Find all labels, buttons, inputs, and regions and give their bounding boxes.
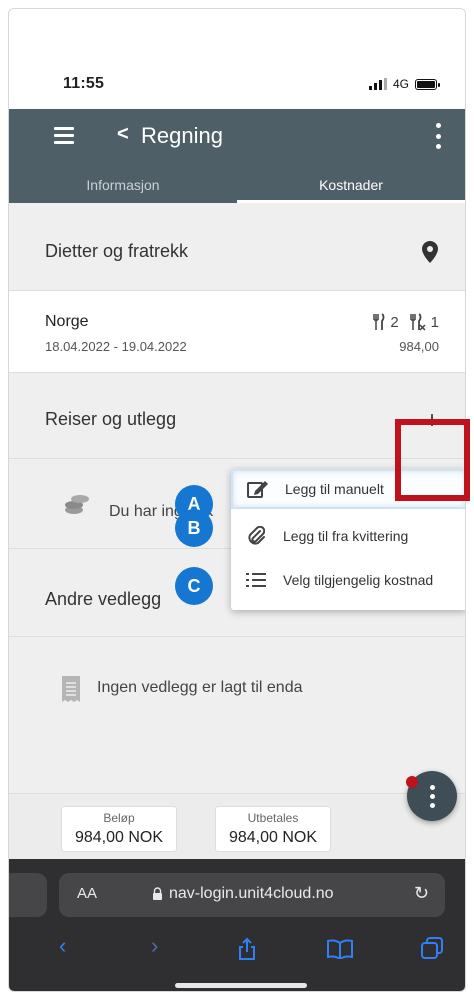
back-icon[interactable]: ‹: [59, 933, 66, 959]
address-bar[interactable]: AA nav-login.unit4cloud.no ↻: [59, 873, 445, 917]
highlight-annotation-box: [395, 419, 470, 501]
tab-bar: Informasjon Kostnader: [9, 167, 465, 203]
bookmarks-icon[interactable]: [327, 939, 353, 959]
more-vertical-icon[interactable]: [433, 123, 443, 149]
battery-icon: [415, 78, 440, 90]
list-icon: [245, 570, 267, 590]
status-indicators: 4G: [368, 77, 440, 91]
summary-bar: Beløp 984,00 NOK Utbetales 984,00 NOK: [9, 793, 465, 859]
meal-counts: 2 1: [372, 313, 439, 331]
section-dietter-label: Dietter og fratrekk: [45, 241, 189, 261]
meal-count-2: 1: [430, 313, 439, 331]
meal-count-1: 2: [390, 313, 399, 331]
menu-item-label: Legg til manuelt: [285, 481, 384, 497]
reload-icon[interactable]: ↻: [414, 883, 429, 904]
page-title: Regning: [141, 123, 223, 148]
menu-item-select-available-cost[interactable]: Velg tilgjengelig kostnad: [231, 560, 465, 600]
forward-icon[interactable]: ›: [151, 933, 158, 959]
diet-entry-country: Norge: [45, 313, 89, 330]
status-bar: 11:55 4G: [9, 9, 465, 109]
receipt-icon: [62, 676, 80, 702]
app-bar: < Regning: [9, 109, 465, 167]
previous-tab-preview[interactable]: [9, 873, 47, 917]
home-indicator: [175, 983, 307, 988]
annotation-badge-c: C: [175, 567, 213, 605]
fork-knife-icon: [373, 313, 385, 330]
amount-label: Beløp: [103, 811, 135, 825]
payout-card: Utbetales 984,00 NOK: [215, 806, 331, 852]
menu-item-label: Velg tilgjengelig kostnad: [283, 572, 434, 588]
edit-icon: [247, 479, 269, 499]
text-size-button[interactable]: AA: [77, 885, 97, 902]
diet-entry-row[interactable]: Norge 18.04.2022 - 19.04.2022 2 1 984,00: [9, 291, 465, 373]
tabs-icon[interactable]: [421, 937, 443, 959]
section-reiser-label: Reiser og utlegg: [45, 409, 177, 429]
diet-entry-dates: 18.04.2022 - 19.04.2022: [45, 339, 187, 354]
payout-label: Utbetales: [247, 811, 299, 825]
status-time: 11:55: [63, 75, 105, 92]
section-dietter: Dietter og fratrekk: [9, 203, 465, 291]
browser-toolbar: AA nav-login.unit4cloud.no ↻ ‹ ›: [9, 859, 465, 991]
back-chevron-icon[interactable]: <: [117, 123, 129, 146]
coins-icon: [65, 495, 89, 514]
network-type: 4G: [392, 77, 409, 91]
signal-icon: [368, 78, 387, 90]
amount-card: Beløp 984,00 NOK: [61, 806, 177, 852]
attachments-empty-state: Ingen vedlegg er lagt til enda: [9, 637, 465, 793]
share-icon[interactable]: [237, 937, 257, 961]
annotation-badge-b: B: [175, 509, 213, 547]
menu-item-add-from-receipt[interactable]: Legg til fra kvittering: [231, 516, 465, 556]
attachments-empty-text: Ingen vedlegg er lagt til enda: [97, 679, 303, 696]
tab-informasjon[interactable]: Informasjon: [9, 167, 237, 203]
paperclip-icon: [245, 526, 267, 546]
location-pin-icon[interactable]: [421, 241, 439, 263]
tab-kostnader[interactable]: Kostnader: [237, 167, 465, 203]
fork-knife-crossed-icon: [409, 313, 426, 331]
payout-value: 984,00 NOK: [228, 829, 318, 846]
amount-value: 984,00 NOK: [74, 829, 164, 846]
browser-nav-row: ‹ ›: [9, 929, 465, 969]
diet-entry-amount: 984,00: [399, 339, 439, 354]
hamburger-menu-icon[interactable]: [54, 127, 74, 144]
menu-item-label: Legg til fra kvittering: [283, 528, 409, 544]
section-vedlegg-label: Andre vedlegg: [45, 589, 162, 609]
lock-icon: [153, 887, 162, 900]
url-text: nav-login.unit4cloud.no: [169, 885, 334, 902]
notification-dot: [406, 776, 418, 788]
